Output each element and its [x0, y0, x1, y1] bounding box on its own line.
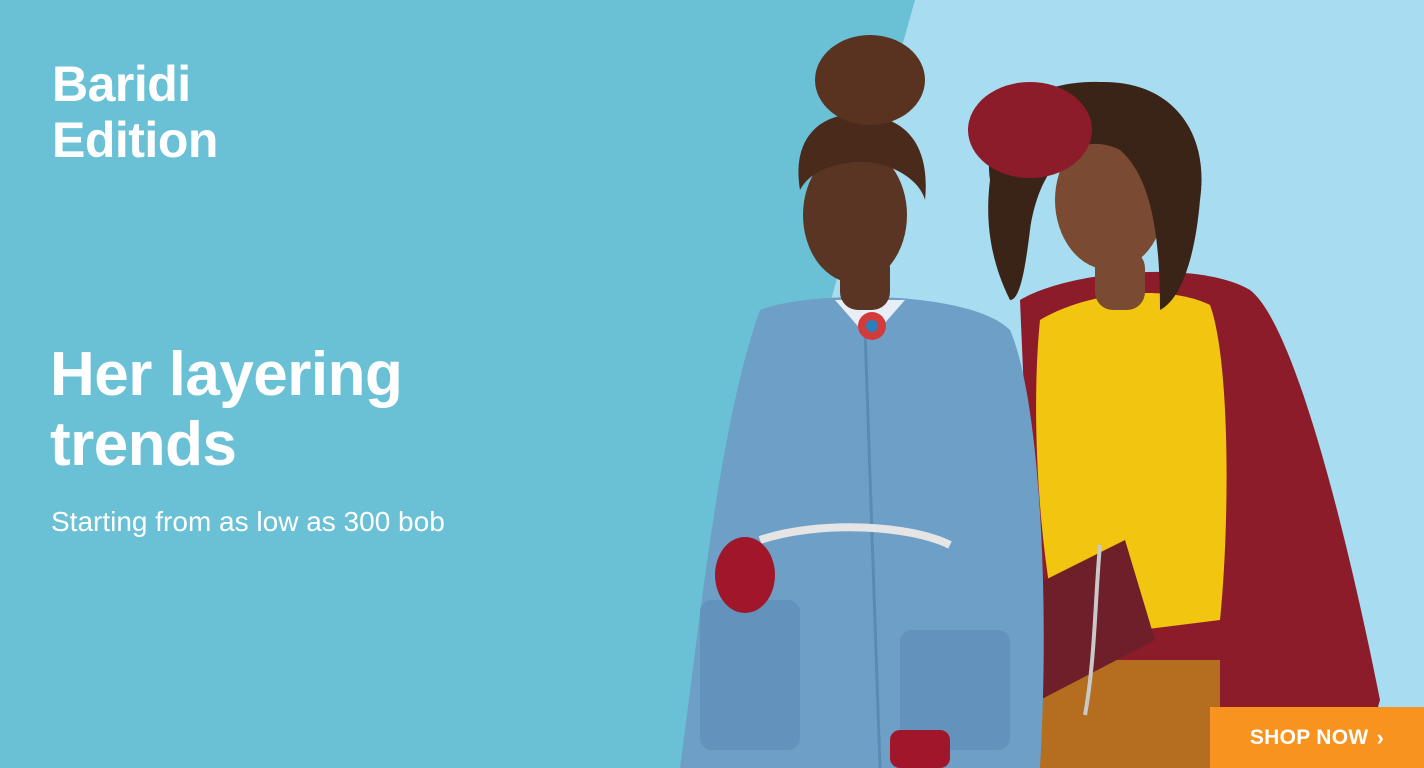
collection-title-line2: Edition: [52, 112, 218, 168]
collection-title: Baridi Edition: [52, 56, 218, 168]
banner-subline: Starting from as low as 300 bob: [51, 506, 445, 537]
banner-headline-line2: trends: [50, 410, 237, 479]
collection-title-line1: Baridi: [52, 56, 191, 112]
promo-banner[interactable]: Baridi Edition Her layering trends Start…: [0, 0, 1424, 768]
shop-now-label: SHOP NOW: [1249, 725, 1369, 749]
banner-headline-line1: Her layering: [50, 340, 403, 409]
chevron-right-icon: ›: [1376, 724, 1385, 750]
shop-now-button[interactable]: SHOP NOW ›: [1210, 707, 1424, 768]
models-photo: [680, 35, 1380, 768]
banner-headline: Her layering trends: [50, 340, 403, 480]
